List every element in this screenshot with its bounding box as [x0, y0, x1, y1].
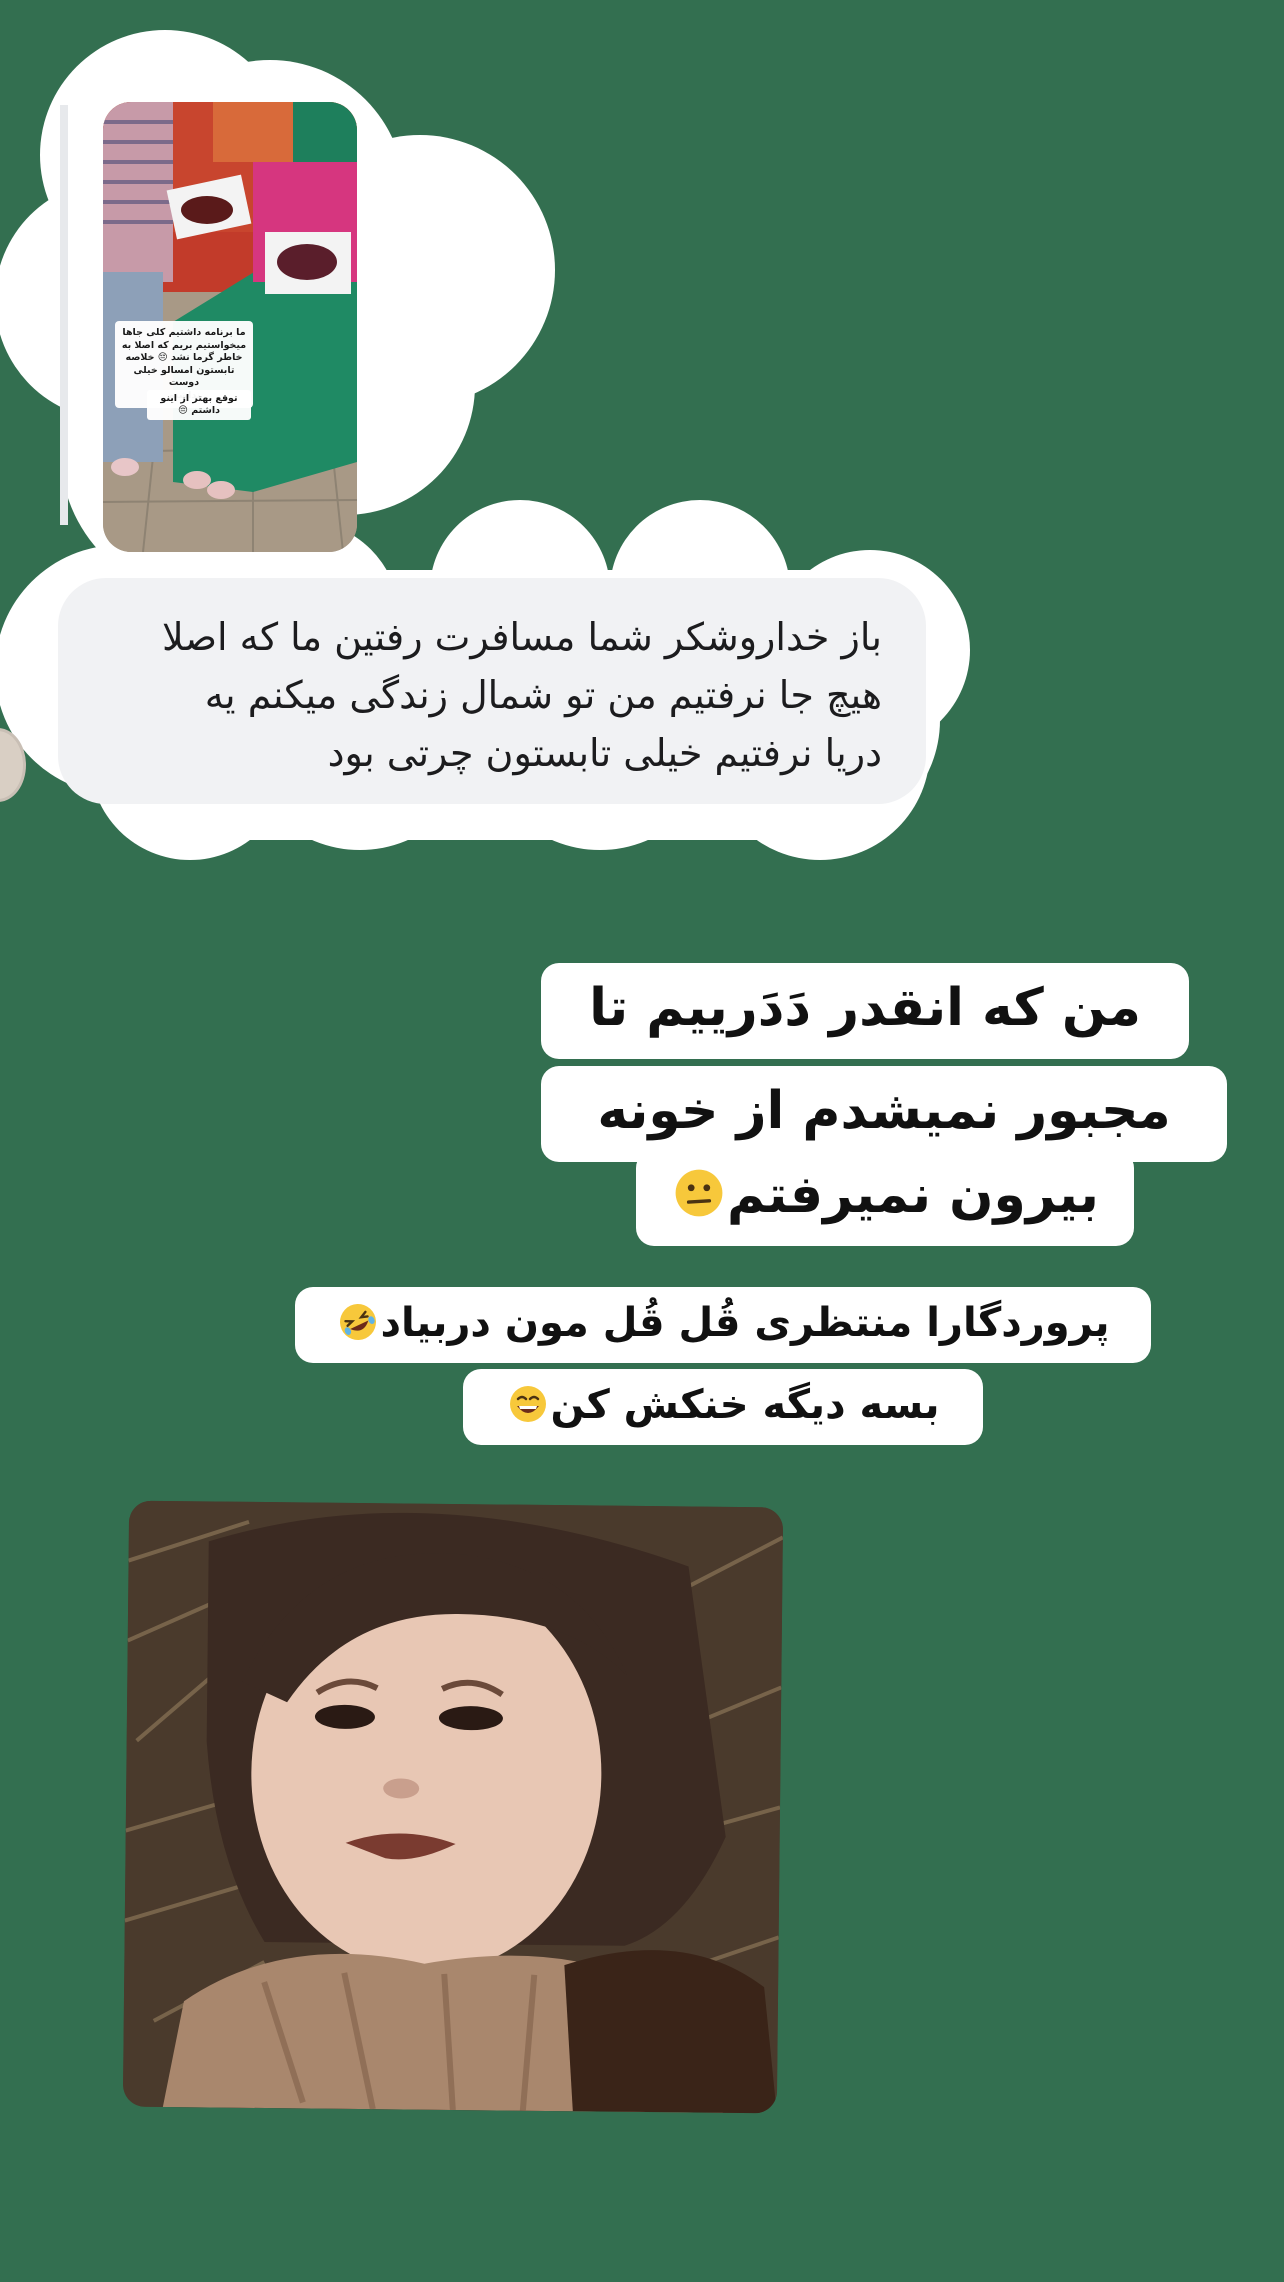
overlay-text-line-4: پروردگارا منتظری قُل قُل مون دربیاد	[295, 1287, 1151, 1363]
rolling-laughing-emoji-icon	[338, 1302, 378, 1342]
reply-quote-bar	[60, 105, 68, 525]
confused-face-emoji-icon	[673, 1167, 725, 1219]
meme-photo[interactable]	[122, 1500, 784, 2114]
story-thumbnail[interactable]: ما برنامه داشتیم کلی جاها میخواستیم بریم…	[103, 102, 357, 552]
reply-message-bubble[interactable]: باز خداروشکر شما مسافرت رفتین ما که اصلا…	[58, 578, 926, 804]
overlay-text-line-3: بیرون نمیرفتم	[636, 1150, 1134, 1246]
overlay-text-line-1: من که انقدر دَدَرییم تا	[541, 963, 1189, 1059]
overlay-text-line-2: مجبور نمیشدم از خونه	[541, 1066, 1227, 1162]
overlay-text-line-5: بسه دیگه خنکش کن	[463, 1369, 983, 1445]
grinning-face-emoji-icon	[508, 1384, 548, 1424]
story-caption-secondary: توقع بهتر از اینو داشتم 😔	[147, 390, 251, 420]
